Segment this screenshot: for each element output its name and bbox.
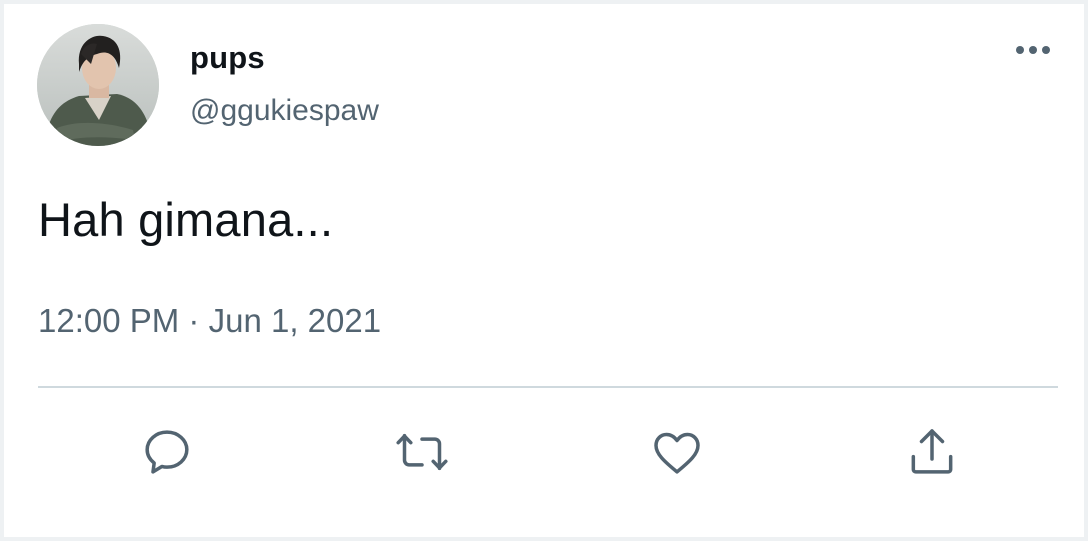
tweet-card: pups @ggukiespaw Hah gimana... 12:00 PM … — [0, 0, 1088, 541]
meta-separator: · — [188, 302, 200, 339]
heart-icon — [654, 432, 700, 474]
avatar-photo — [37, 24, 159, 146]
reply-button[interactable] — [137, 422, 197, 482]
tweet-date: Jun 1, 2021 — [208, 302, 382, 339]
more-dot-icon — [1042, 46, 1050, 54]
tweet-timestamp[interactable]: 12:00 PM · Jun 1, 2021 — [38, 302, 381, 340]
retweet-button[interactable] — [392, 422, 452, 482]
more-options-button[interactable] — [1006, 36, 1060, 64]
more-dot-icon — [1029, 46, 1037, 54]
reply-icon — [145, 430, 189, 474]
display-name[interactable]: pups — [190, 40, 265, 76]
tweet-time: 12:00 PM — [38, 302, 180, 339]
share-button[interactable] — [902, 422, 962, 482]
avatar[interactable] — [37, 24, 159, 146]
tweet-text: Hah gimana... — [38, 193, 334, 246]
share-icon — [911, 429, 953, 474]
more-dot-icon — [1016, 46, 1024, 54]
like-button[interactable] — [647, 422, 707, 482]
user-handle[interactable]: @ggukiespaw — [190, 94, 379, 128]
divider — [38, 386, 1058, 388]
retweet-icon — [396, 433, 448, 471]
